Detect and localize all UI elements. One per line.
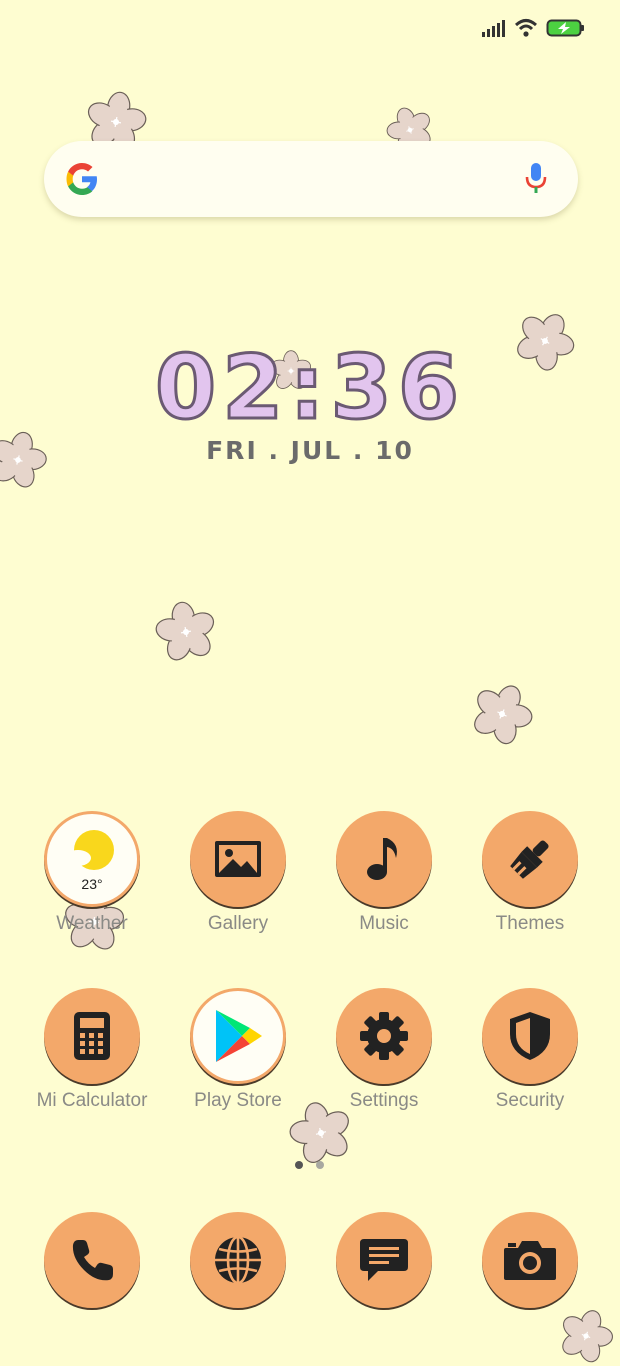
app-label: Security [495,1090,565,1111]
wifi-icon [514,19,538,37]
app-label: Settings [349,1090,419,1111]
app-label: Weather [56,913,128,934]
app-label: Music [359,913,409,934]
microphone-icon[interactable] [524,161,548,197]
search-input[interactable] [114,159,498,201]
phone-icon [44,1212,140,1308]
security-icon [482,988,578,1084]
calculator-icon [44,988,140,1084]
clock-date: FRI . JUL . 10 [206,436,414,465]
music-icon [336,811,432,907]
page-dot-active[interactable] [295,1161,303,1169]
google-search-bar[interactable] [44,141,578,217]
weather-temperature: 23° [81,876,103,892]
battery-charging-icon [546,19,584,37]
app-mi-calculator[interactable]: Mi Calculator [22,988,162,1112]
settings-icon [336,988,432,1084]
app-label: Themes [495,913,565,934]
flower-decoration [152,598,220,666]
page-dot[interactable] [316,1161,324,1169]
clock-time[interactable]: 02:36 [0,338,620,437]
app-label: Mi Calculator [36,1090,148,1111]
app-themes[interactable]: Themes [460,811,600,935]
flower-decoration [556,1306,616,1366]
dock-phone[interactable] [22,1212,162,1308]
messages-icon [336,1212,432,1308]
app-label: Gallery [207,913,269,934]
flower-decoration [468,680,536,748]
browser-icon [190,1212,286,1308]
dock-camera[interactable] [460,1212,600,1308]
status-bar [482,16,586,40]
app-settings[interactable]: Settings [314,988,454,1112]
gallery-icon [190,811,286,907]
app-music[interactable]: Music [314,811,454,935]
app-security[interactable]: Security [460,988,600,1112]
app-weather[interactable]: 23° Weather [22,811,162,935]
play-store-icon [190,988,286,1084]
dock-messages[interactable] [314,1212,454,1308]
signal-icon [482,20,505,37]
themes-icon [482,811,578,907]
page-indicator [295,1161,324,1169]
google-logo-icon [66,163,97,195]
weather-icon: 23° [44,811,140,907]
app-gallery[interactable]: Gallery [168,811,308,935]
dock-browser[interactable] [168,1212,308,1308]
camera-icon [482,1212,578,1308]
app-label: Play Store [194,1090,282,1111]
app-play-store[interactable]: Play Store [168,988,308,1112]
